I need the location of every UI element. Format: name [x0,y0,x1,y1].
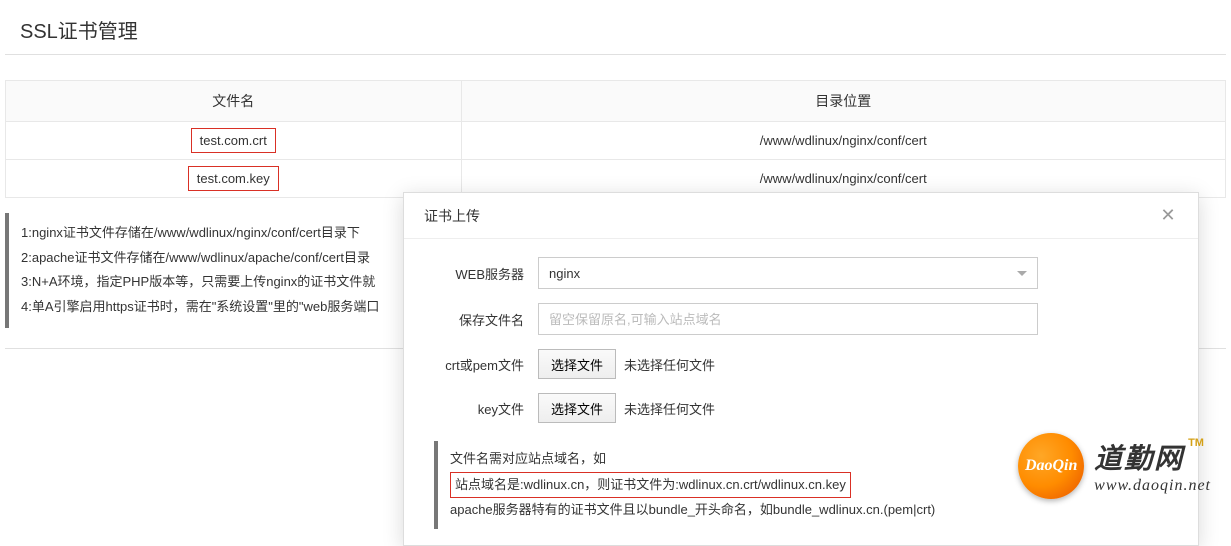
key-file-status: 未选择任何文件 [624,399,715,418]
cell-filename: test.com.key [188,166,279,191]
crt-file-status: 未选择任何文件 [624,355,715,374]
page-title: SSL证书管理 [0,0,1231,54]
choose-key-file-button[interactable]: 选择文件 [538,393,616,423]
table-row: test.com.crt /www/wdlinux/nginx/conf/cer… [6,122,1226,160]
title-divider [5,54,1226,55]
upload-cert-modal: 证书上传 ✕ WEB服务器 nginx 保存文件名 crt或pem文件 选择文件… [403,192,1199,546]
th-path: 目录位置 [461,81,1225,122]
modal-header: 证书上传 ✕ [404,193,1198,239]
th-filename: 文件名 [6,81,462,122]
form-row-savefilename: 保存文件名 [434,303,1168,335]
modal-note-line: 文件名需对应站点域名，如 [450,447,1156,472]
label-webserver: WEB服务器 [434,264,524,283]
cell-filename: test.com.crt [191,128,276,153]
chevron-down-icon [1017,271,1027,276]
label-crtfile: crt或pem文件 [434,355,524,374]
close-icon[interactable]: ✕ [1158,205,1178,226]
webserver-value: nginx [549,266,580,281]
form-row-crtfile: crt或pem文件 选择文件 未选择任何文件 [434,349,1168,379]
label-savefilename: 保存文件名 [434,310,524,329]
form-row-webserver: WEB服务器 nginx [434,257,1168,289]
modal-title: 证书上传 [424,206,480,226]
cell-path: /www/wdlinux/nginx/conf/cert [461,122,1225,160]
modal-note-highlight: 站点域名是:wdlinux.cn，则证书文件为:wdlinux.cn.crt/w… [450,472,851,499]
form-row-keyfile: key文件 选择文件 未选择任何文件 [434,393,1168,423]
webserver-select[interactable]: nginx [538,257,1038,289]
ssl-cert-table: 文件名 目录位置 test.com.crt /www/wdlinux/nginx… [5,80,1226,198]
savefilename-input[interactable] [538,303,1038,335]
modal-notes: 文件名需对应站点域名，如 站点域名是:wdlinux.cn，则证书文件为:wdl… [434,441,1168,529]
modal-body: WEB服务器 nginx 保存文件名 crt或pem文件 选择文件 未选择任何文… [404,239,1198,545]
choose-crt-file-button[interactable]: 选择文件 [538,349,616,379]
label-keyfile: key文件 [434,399,524,418]
modal-note-line: apache服务器特有的证书文件且以bundle_开头命名，如bundle_wd… [450,498,1156,523]
